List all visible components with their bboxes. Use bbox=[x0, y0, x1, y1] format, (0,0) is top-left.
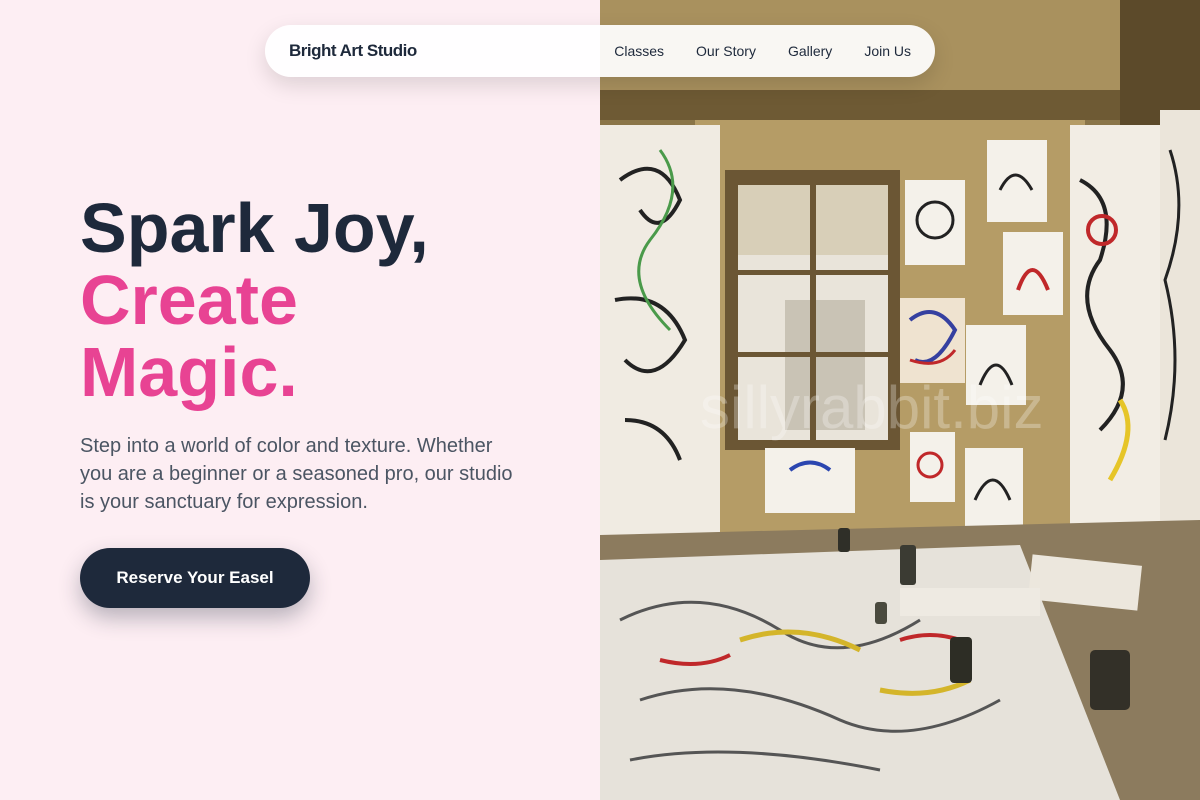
hero-line-3: Magic. bbox=[80, 333, 298, 411]
nav-link-join-us[interactable]: Join Us bbox=[864, 43, 911, 59]
hero-line-2: Create bbox=[80, 261, 298, 339]
nav-links: Classes Our Story Gallery Join Us bbox=[614, 43, 911, 59]
nav-link-gallery[interactable]: Gallery bbox=[788, 43, 832, 59]
navbar: Bright Art Studio Classes Our Story Gall… bbox=[265, 25, 935, 77]
art-studio-image: sillyrabbit.biz bbox=[600, 0, 1200, 800]
watermark-text: sillyrabbit.biz bbox=[700, 374, 1043, 441]
brand-logo[interactable]: Bright Art Studio bbox=[289, 41, 417, 61]
nav-link-classes[interactable]: Classes bbox=[614, 43, 664, 59]
hero-description: Step into a world of color and texture. … bbox=[80, 435, 513, 513]
studio-photo: sillyrabbit.biz bbox=[600, 0, 1200, 800]
nav-link-our-story[interactable]: Our Story bbox=[696, 43, 756, 59]
reserve-easel-button[interactable]: Reserve Your Easel bbox=[80, 548, 310, 608]
hero-heading: Spark Joy, Create Magic. bbox=[80, 192, 429, 408]
hero-line-1: Spark Joy, bbox=[80, 189, 429, 267]
